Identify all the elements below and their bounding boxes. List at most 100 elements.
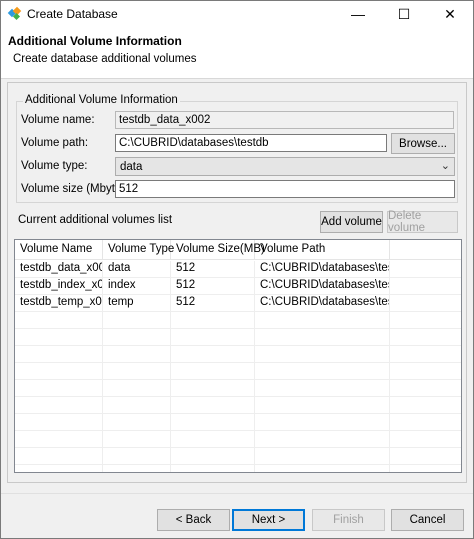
title-bar[interactable]: Create Database — ☐ ✕ <box>1 1 473 27</box>
volume-type-select[interactable]: data ⌄ <box>115 157 455 176</box>
cell-extra <box>390 397 461 414</box>
volume-type-label: Volume type: <box>21 160 88 172</box>
volumes-table[interactable]: Volume Name Volume Type Volume Size(MB) … <box>14 239 462 473</box>
page-title: Additional Volume Information <box>8 34 182 48</box>
group-legend: Additional Volume Information <box>23 94 180 106</box>
minimize-button[interactable]: — <box>335 1 381 27</box>
page-subtitle: Create database additional volumes <box>13 53 197 65</box>
cell-volume-size <box>171 397 255 414</box>
add-volume-button[interactable]: Add volume <box>320 211 383 233</box>
close-button[interactable]: ✕ <box>427 1 473 27</box>
cell-extra <box>390 363 461 380</box>
column-header[interactable]: Volume Size(MB) <box>171 240 265 260</box>
cell-volume-type <box>103 329 171 346</box>
cubrid-app-icon <box>7 6 22 21</box>
cell-volume-type: index <box>103 278 171 295</box>
cell-volume-path <box>255 431 390 448</box>
cell-volume-size <box>171 448 255 465</box>
cell-extra <box>390 346 461 363</box>
back-button[interactable]: < Back <box>157 509 230 531</box>
table-row[interactable] <box>15 329 461 346</box>
browse-button[interactable]: Browse... <box>391 133 455 154</box>
column-header[interactable]: Volume Name <box>15 240 103 260</box>
cell-volume-name <box>15 329 103 346</box>
cell-volume-size <box>171 363 255 380</box>
cell-volume-path <box>255 312 390 329</box>
column-header[interactable]: Volume Type <box>103 240 174 260</box>
footer-divider <box>1 493 473 494</box>
wizard-content: Additional Volume Information Volume nam… <box>7 82 467 483</box>
column-header[interactable] <box>390 240 461 260</box>
cell-volume-name <box>15 312 103 329</box>
cell-volume-type <box>103 312 171 329</box>
table-row[interactable]: testdb_index_x001 index 512 C:\CUBRID\da… <box>15 278 461 295</box>
cell-volume-path <box>255 380 390 397</box>
cell-volume-size: 512 <box>171 261 255 278</box>
cell-volume-type: temp <box>103 295 171 312</box>
cell-volume-size <box>171 414 255 431</box>
next-button[interactable]: Next > <box>232 509 305 531</box>
table-row[interactable]: testdb_data_x001 data 512 C:\CUBRID\data… <box>15 261 461 278</box>
cell-volume-type <box>103 465 171 472</box>
delete-volume-button[interactable]: Delete volume <box>387 210 458 234</box>
cell-volume-path <box>255 346 390 363</box>
volume-type-value: data <box>120 161 143 173</box>
cell-volume-name <box>15 380 103 397</box>
volume-path-label: Volume path: <box>21 137 89 149</box>
column-header[interactable]: Volume Path <box>255 240 390 260</box>
cell-extra <box>390 312 461 329</box>
cell-volume-type <box>103 448 171 465</box>
window-title: Create Database <box>27 7 118 21</box>
cell-volume-size: 512 <box>171 295 255 312</box>
chevron-down-icon: ⌄ <box>440 160 450 172</box>
cell-volume-type <box>103 346 171 363</box>
cell-volume-path <box>255 465 390 472</box>
table-row[interactable] <box>15 380 461 397</box>
table-row[interactable] <box>15 363 461 380</box>
cell-volume-type <box>103 380 171 397</box>
cell-volume-name <box>15 465 103 472</box>
cell-volume-type <box>103 363 171 380</box>
cell-volume-name <box>15 346 103 363</box>
cell-volume-type: data <box>103 261 171 278</box>
cell-volume-path <box>255 414 390 431</box>
volume-name-field[interactable]: testdb_data_x002 <box>115 111 454 129</box>
volume-name-label: Volume name: <box>21 114 95 126</box>
table-row[interactable] <box>15 397 461 414</box>
cell-volume-name <box>15 448 103 465</box>
volume-size-field[interactable]: 512 <box>115 180 455 198</box>
cell-volume-path <box>255 363 390 380</box>
table-row[interactable] <box>15 448 461 465</box>
cell-volume-path: C:\CUBRID\databases\testdb <box>255 261 390 278</box>
volume-info-group: Additional Volume Information Volume nam… <box>16 94 458 203</box>
cell-volume-size <box>171 431 255 448</box>
table-row[interactable] <box>15 414 461 431</box>
table-row[interactable] <box>15 465 461 472</box>
cell-extra <box>390 414 461 431</box>
cell-volume-type <box>103 431 171 448</box>
cell-extra <box>390 448 461 465</box>
cell-volume-name <box>15 363 103 380</box>
cell-volume-size <box>171 329 255 346</box>
cell-extra <box>390 329 461 346</box>
cell-volume-path <box>255 329 390 346</box>
cell-volume-size <box>171 380 255 397</box>
cell-volume-name <box>15 431 103 448</box>
table-row[interactable] <box>15 431 461 448</box>
volumes-list-label: Current additional volumes list <box>18 214 173 226</box>
cancel-button[interactable]: Cancel <box>391 509 464 531</box>
cell-volume-name <box>15 397 103 414</box>
wizard-header: Additional Volume Information Create dat… <box>1 27 473 79</box>
table-row[interactable] <box>15 312 461 329</box>
volume-path-field[interactable]: C:\CUBRID\databases\testdb <box>115 134 387 152</box>
table-row[interactable]: testdb_temp_x001 temp 512 C:\CUBRID\data… <box>15 295 461 312</box>
maximize-button[interactable]: ☐ <box>381 1 427 27</box>
cell-volume-size <box>171 312 255 329</box>
table-row[interactable] <box>15 346 461 363</box>
finish-button[interactable]: Finish <box>312 509 385 531</box>
cell-volume-path <box>255 397 390 414</box>
cell-extra <box>390 278 461 295</box>
cell-volume-type <box>103 397 171 414</box>
cell-volume-path <box>255 448 390 465</box>
cell-volume-name: testdb_data_x001 <box>15 261 103 278</box>
